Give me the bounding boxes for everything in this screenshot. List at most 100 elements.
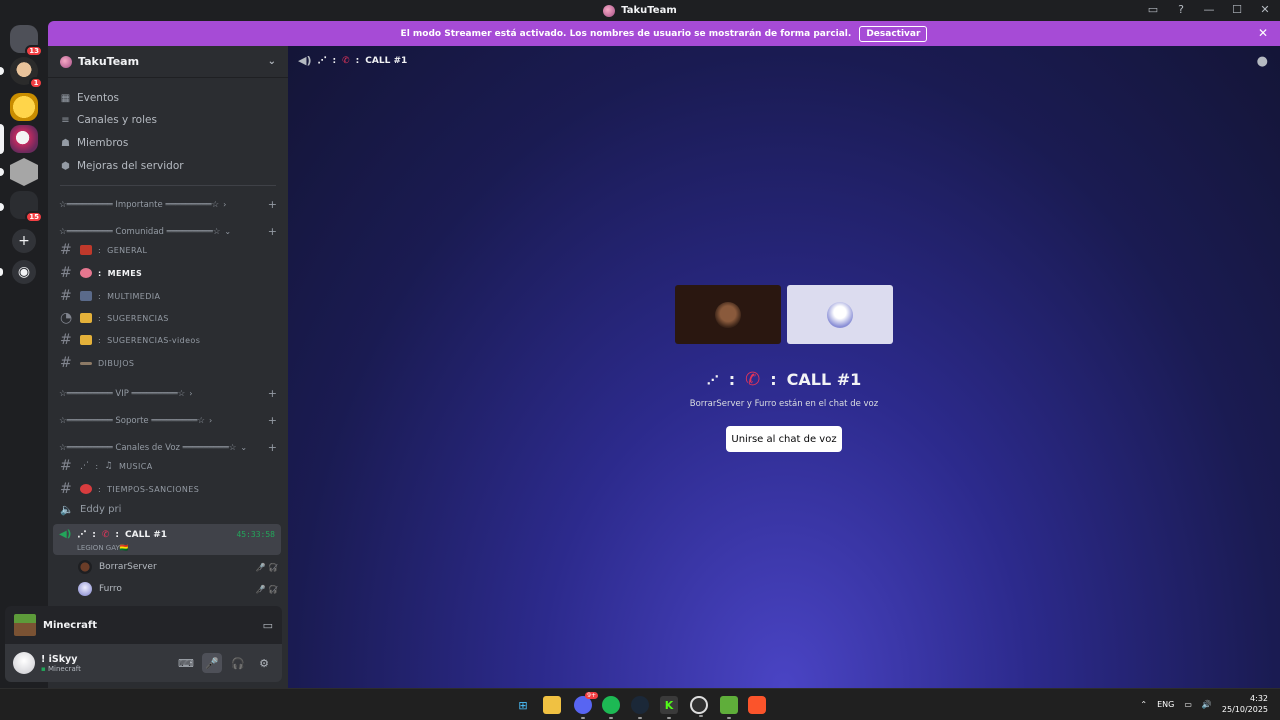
avatar bbox=[827, 301, 853, 328]
mention-badge: 15 bbox=[25, 211, 43, 223]
voice-channel-title: ◀) ⋰ : ✆ : CALL #1 bbox=[59, 529, 167, 540]
gear-icon[interactable]: ⚙ bbox=[254, 653, 274, 673]
windows-taskbar: ⊞ 9+ K ⌃ ENG ▭ 🔊 4:32 25/10/2025 bbox=[0, 688, 1280, 720]
channel-sugerencias-videos[interactable]: # : SUGERENCIAS-videos bbox=[60, 332, 276, 348]
category-vip[interactable]: ☆═════════ VIP ═════════☆ › + bbox=[59, 387, 277, 400]
server-icon-takuteam[interactable] bbox=[10, 125, 38, 153]
help-icon[interactable]: ? bbox=[1174, 2, 1188, 16]
menu-item-eventos[interactable]: ▦ Eventos bbox=[60, 92, 119, 104]
separator: : bbox=[98, 268, 102, 278]
separator: : bbox=[332, 55, 337, 66]
title-bar: TakuTeam ▭ ? — ☐ ✕ bbox=[0, 0, 1280, 21]
muted-deafened-icon: 🎤̸ 🎧̸ bbox=[255, 584, 278, 594]
notification-badge: 9+ bbox=[585, 692, 598, 699]
voice-channel-view: ◀) ⋰ : ✆ : CALL #1 ● ⋰ : ✆ : CALL #1 Bor… bbox=[288, 46, 1280, 688]
mic-muted-icon[interactable]: 🎤 bbox=[202, 653, 222, 673]
add-server-icon[interactable]: + bbox=[12, 229, 36, 253]
server-header[interactable]: TakuTeam ⌄ bbox=[48, 46, 288, 78]
voice-user-furro[interactable]: Furro 🎤̸ 🎧̸ bbox=[78, 582, 278, 596]
windows-start-icon[interactable]: ⊞ bbox=[514, 696, 532, 714]
channel-musica[interactable]: # ⋰ : ♫ MUSICA bbox=[60, 458, 276, 474]
category-comunidad[interactable]: ☆═════════ Comunidad ═════════☆ ⌄ + bbox=[59, 225, 277, 238]
user-status: ▪ Minecraft bbox=[41, 665, 81, 673]
channel-dibujos[interactable]: # DIBUJOS bbox=[60, 355, 276, 371]
discord-taskbar-icon[interactable]: 9+ bbox=[574, 692, 598, 719]
chevron-up-icon[interactable]: ⌃ bbox=[1140, 700, 1147, 709]
emoji-icon bbox=[80, 335, 92, 345]
calendar-icon: ▦ bbox=[60, 92, 71, 104]
minecraft-icon bbox=[14, 614, 36, 636]
chat-bubble-icon[interactable]: ● bbox=[1257, 54, 1268, 69]
voice-channel-call1[interactable]: ◀) ⋰ : ✆ : CALL #1 45:33:58 LEGION GAY🇧🇴 bbox=[53, 524, 281, 555]
discover-icon[interactable]: ◉ bbox=[12, 260, 36, 284]
voice-user-name: BorrarServer bbox=[99, 562, 157, 572]
server-icon-5[interactable] bbox=[10, 158, 38, 186]
time: 4:32 bbox=[1250, 694, 1268, 703]
maximize-button[interactable]: ☐ bbox=[1230, 2, 1244, 16]
menu-label: Mejoras del servidor bbox=[77, 160, 184, 172]
forum-channel-icon: ◔ bbox=[60, 310, 73, 326]
network-icon[interactable]: ▭ bbox=[1184, 700, 1192, 709]
server-icon-1[interactable]: 13 bbox=[10, 25, 43, 57]
participant-tile-furro[interactable] bbox=[787, 285, 893, 344]
channel-memes[interactable]: # : MEMES bbox=[60, 265, 276, 281]
menu-item-miembros[interactable]: ☗ Miembros bbox=[60, 137, 128, 149]
add-channel-icon[interactable]: + bbox=[268, 414, 277, 427]
steam-icon[interactable] bbox=[631, 696, 649, 719]
emoji-icon bbox=[80, 313, 92, 323]
channel-general[interactable]: # : GENERAL bbox=[60, 242, 276, 258]
list-icon: ≡ bbox=[61, 114, 70, 126]
sparkle-icon: ⋰ bbox=[77, 529, 87, 540]
language-indicator[interactable]: ENG bbox=[1157, 700, 1174, 709]
minimize-button[interactable]: — bbox=[1202, 2, 1216, 16]
channel-name: CALL #1 bbox=[125, 529, 168, 540]
close-window-button[interactable]: ✕ bbox=[1258, 2, 1272, 16]
activity-panel[interactable]: Minecraft ▭ bbox=[5, 606, 282, 644]
gamepad-icon[interactable]: ⌨ bbox=[176, 653, 196, 673]
text-channel-icon: # bbox=[60, 265, 73, 281]
brave-icon[interactable] bbox=[748, 696, 766, 714]
channel-sugerencias[interactable]: ◔ : SUGERENCIAS bbox=[60, 310, 276, 326]
join-voice-button[interactable]: Unirse al chat de voz bbox=[726, 426, 842, 452]
close-icon[interactable]: ✕ bbox=[1258, 26, 1268, 40]
obs-icon[interactable] bbox=[690, 696, 708, 717]
category-importante[interactable]: ☆═════════ Importante ═════════☆ › + bbox=[59, 198, 277, 211]
voice-channel-title: ⋰ : ✆ : CALL #1 bbox=[288, 369, 1280, 390]
spotify-icon[interactable] bbox=[602, 696, 620, 719]
menu-label: Eventos bbox=[77, 92, 119, 104]
add-channel-icon[interactable]: + bbox=[268, 441, 277, 454]
add-channel-icon[interactable]: + bbox=[268, 198, 277, 211]
server-icon-2[interactable]: 1 bbox=[10, 57, 43, 89]
kick-icon[interactable]: K bbox=[660, 696, 678, 719]
user-info[interactable]: ! iSkyy ▪ Minecraft bbox=[41, 654, 81, 673]
volume-icon[interactable]: 🔊 bbox=[1202, 700, 1212, 709]
file-explorer-icon[interactable] bbox=[543, 696, 561, 714]
separator: : bbox=[98, 313, 102, 323]
server-icon-3[interactable] bbox=[10, 93, 38, 121]
add-channel-icon[interactable]: + bbox=[268, 387, 277, 400]
category-canales-voz[interactable]: ☆═════════ Canales de Voz ═════════☆ ⌄ + bbox=[59, 441, 277, 454]
screen-share-icon[interactable]: ▭ bbox=[263, 619, 273, 632]
menu-label: Canales y roles bbox=[77, 114, 157, 126]
category-label: ☆═════════ Canales de Voz ═════════☆ bbox=[59, 442, 237, 453]
minecraft-taskbar-icon[interactable] bbox=[720, 696, 738, 719]
headphones-icon[interactable]: 🎧 bbox=[228, 653, 248, 673]
deactivate-button[interactable]: Desactivar bbox=[859, 25, 928, 42]
add-channel-icon[interactable]: + bbox=[268, 225, 277, 238]
category-label: ☆═════════ VIP ═════════☆ bbox=[59, 388, 186, 399]
channel-tiempos-sanciones[interactable]: # : TIEMPOS-SANCIONES bbox=[60, 481, 276, 497]
voice-user-borrarserver[interactable]: BorrarServer 🎤̸ 🎧̸ bbox=[78, 560, 278, 574]
avatar[interactable] bbox=[13, 652, 35, 674]
clock[interactable]: 4:32 25/10/2025 bbox=[1222, 693, 1268, 715]
menu-item-canales[interactable]: ≡ Canales y roles bbox=[60, 114, 157, 126]
channel-eddy-pri[interactable]: 🔈 Eddy pri bbox=[60, 503, 276, 516]
streamer-mode-banner: El modo Streamer está activado. Los nomb… bbox=[48, 21, 1280, 46]
system-tray: ⌃ ENG ▭ 🔊 4:32 25/10/2025 bbox=[1140, 693, 1268, 715]
inbox-icon[interactable]: ▭ bbox=[1146, 2, 1160, 16]
menu-item-mejoras[interactable]: ⬢ Mejoras del servidor bbox=[60, 160, 184, 172]
server-folder[interactable]: 15 bbox=[10, 191, 43, 223]
participant-tile-borrarserver[interactable] bbox=[675, 285, 781, 344]
separator: : bbox=[770, 370, 777, 389]
channel-multimedia[interactable]: # : MULTIMEDIA bbox=[60, 288, 276, 304]
category-soporte[interactable]: ☆═════════ Soporte ═════════☆ › + bbox=[59, 414, 277, 427]
